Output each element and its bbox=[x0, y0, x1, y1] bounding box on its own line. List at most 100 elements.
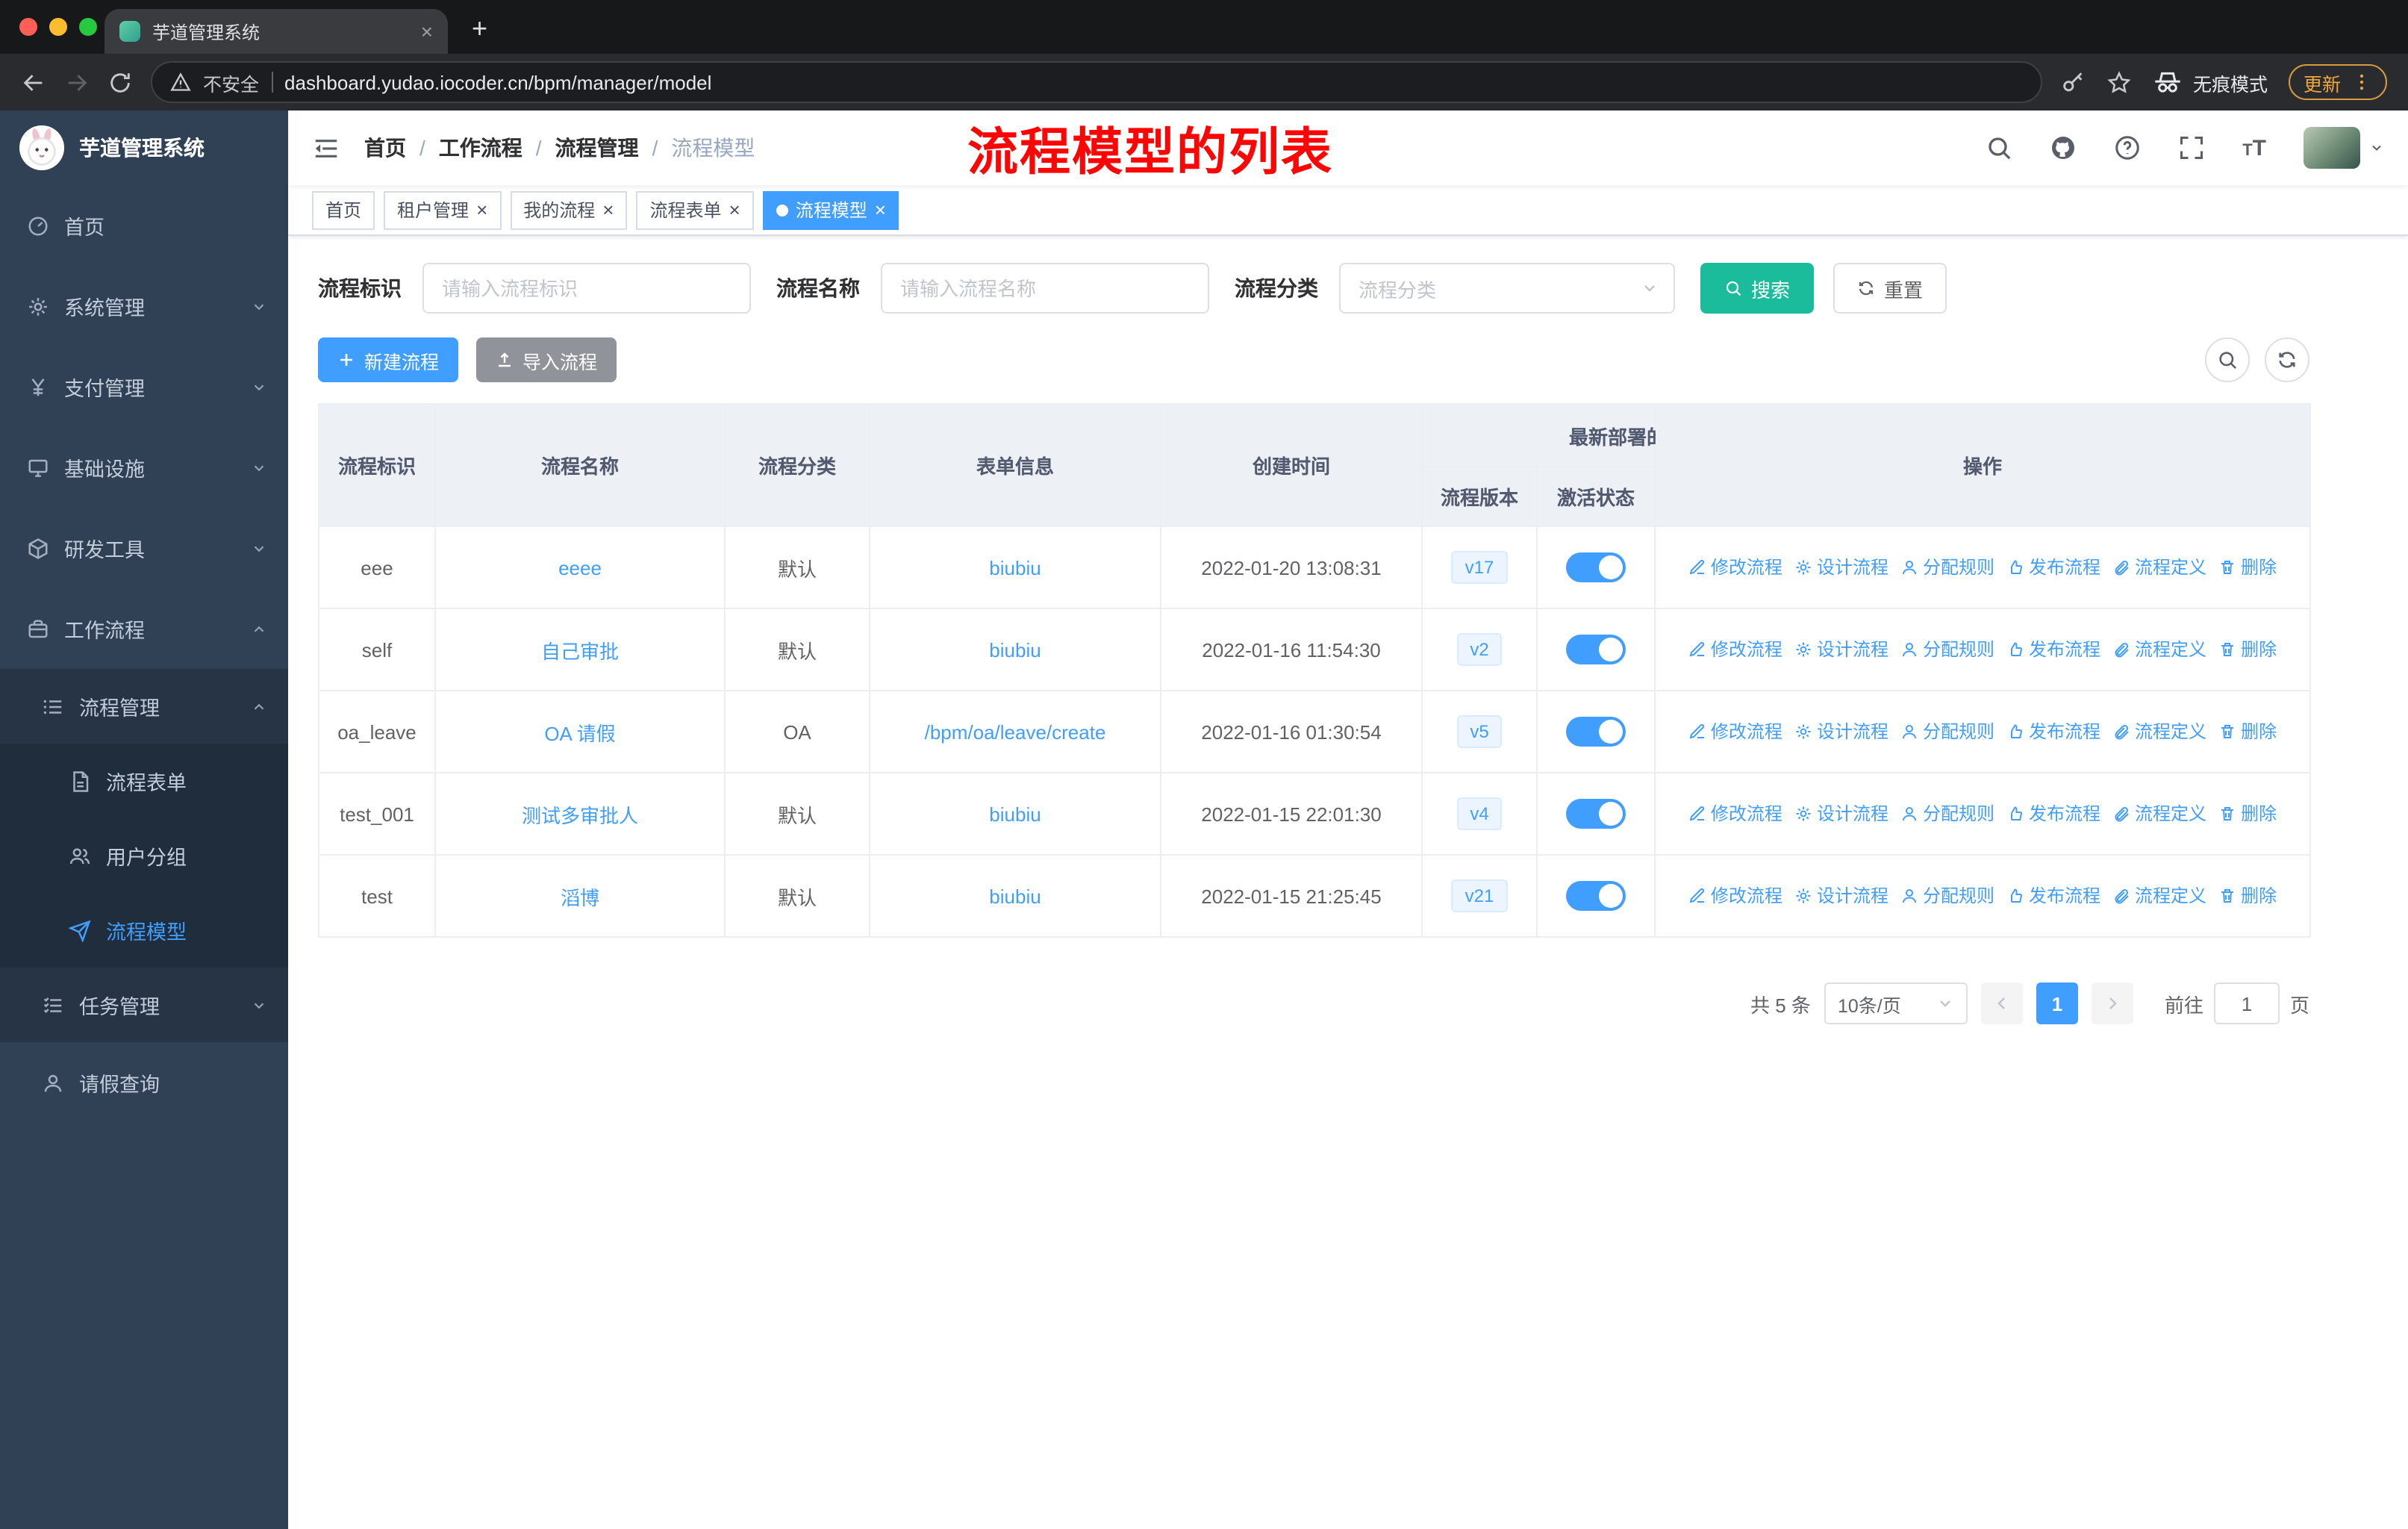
page-size-select[interactable]: 10条/页 bbox=[1824, 983, 1968, 1024]
sidebar-logo[interactable]: 芋道管理系统 bbox=[0, 110, 288, 185]
active-toggle[interactable] bbox=[1566, 552, 1626, 582]
forward-icon[interactable] bbox=[64, 69, 90, 95]
process-name-link[interactable]: 测试多审批人 bbox=[522, 804, 638, 826]
close-window-button[interactable] bbox=[19, 18, 37, 36]
active-toggle[interactable] bbox=[1566, 799, 1626, 829]
form-link[interactable]: /bpm/oa/leave/create bbox=[925, 720, 1106, 743]
assign-rule-link[interactable]: 分配规则 bbox=[1900, 801, 1994, 826]
sidebar-item-workflow[interactable]: 工作流程 bbox=[0, 588, 288, 669]
assign-rule-link[interactable]: 分配规则 bbox=[1900, 883, 1994, 909]
new-tab-button[interactable]: + bbox=[472, 13, 487, 45]
page-number-button[interactable]: 1 bbox=[2036, 983, 2078, 1024]
github-icon[interactable] bbox=[2050, 134, 2077, 161]
create-process-button[interactable]: 新建流程 bbox=[318, 337, 459, 382]
active-toggle[interactable] bbox=[1566, 717, 1626, 747]
sidebar-item-home[interactable]: 首页 bbox=[0, 185, 288, 266]
assign-rule-link[interactable]: 分配规则 bbox=[1900, 719, 1994, 744]
tag-my-process[interactable]: 我的流程 × bbox=[510, 190, 628, 229]
sidebar-item-leave-query[interactable]: 请假查询 bbox=[0, 1042, 288, 1123]
reset-button[interactable]: 重置 bbox=[1833, 263, 1947, 314]
edit-process-link[interactable]: 修改流程 bbox=[1688, 555, 1782, 580]
process-name-link[interactable]: OA 请假 bbox=[544, 722, 615, 744]
prev-page-button[interactable] bbox=[1980, 983, 2023, 1024]
sidebar-item-task-management[interactable]: 任务管理 bbox=[0, 968, 288, 1042]
sidebar-item-infrastructure[interactable]: 基础设施 bbox=[0, 427, 288, 508]
password-key-icon[interactable] bbox=[2060, 69, 2086, 95]
design-process-link[interactable]: 设计流程 bbox=[1794, 637, 1888, 662]
font-size-icon[interactable]: TT bbox=[2242, 135, 2266, 161]
design-process-link[interactable]: 设计流程 bbox=[1794, 719, 1888, 744]
process-definition-link[interactable]: 流程定义 bbox=[2112, 801, 2206, 826]
publish-process-link[interactable]: 发布流程 bbox=[2006, 637, 2100, 662]
import-process-button[interactable]: 导入流程 bbox=[476, 337, 617, 382]
edit-process-link[interactable]: 修改流程 bbox=[1688, 719, 1782, 744]
tag-close-icon[interactable]: × bbox=[476, 200, 487, 219]
process-name-link[interactable]: eeee bbox=[558, 556, 602, 579]
tab-close-icon[interactable]: × bbox=[421, 21, 433, 42]
process-key-input[interactable] bbox=[422, 263, 751, 314]
process-name-input[interactable] bbox=[881, 263, 1209, 314]
active-toggle[interactable] bbox=[1566, 635, 1626, 664]
publish-process-link[interactable]: 发布流程 bbox=[2006, 555, 2100, 580]
search-icon[interactable] bbox=[1986, 134, 2012, 161]
publish-process-link[interactable]: 发布流程 bbox=[2006, 719, 2100, 744]
process-definition-link[interactable]: 流程定义 bbox=[2112, 555, 2206, 580]
search-button[interactable]: 搜索 bbox=[1700, 263, 1815, 314]
goto-page-input[interactable] bbox=[2213, 983, 2280, 1024]
form-link[interactable]: biubiu bbox=[989, 556, 1041, 579]
breadcrumb-home[interactable]: 首页 bbox=[364, 133, 406, 163]
active-toggle[interactable] bbox=[1566, 881, 1626, 911]
process-category-select[interactable]: 流程分类 bbox=[1339, 263, 1675, 314]
publish-process-link[interactable]: 发布流程 bbox=[2006, 883, 2100, 909]
tag-close-icon[interactable]: × bbox=[875, 200, 886, 219]
browser-menu-icon[interactable] bbox=[2351, 72, 2372, 93]
delete-process-link[interactable]: 删除 bbox=[2218, 883, 2277, 909]
delete-process-link[interactable]: 删除 bbox=[2218, 719, 2277, 744]
delete-process-link[interactable]: 删除 bbox=[2218, 801, 2277, 826]
minimize-window-button[interactable] bbox=[49, 18, 67, 36]
sidebar-item-devtools[interactable]: 研发工具 bbox=[0, 508, 288, 588]
assign-rule-link[interactable]: 分配规则 bbox=[1900, 637, 1994, 662]
zoom-window-button[interactable] bbox=[79, 18, 97, 36]
update-button[interactable]: 更新 bbox=[2288, 64, 2387, 100]
help-icon[interactable] bbox=[2114, 134, 2141, 161]
tag-close-icon[interactable]: × bbox=[602, 200, 614, 219]
form-link[interactable]: biubiu bbox=[989, 885, 1041, 907]
sidebar-item-process-model[interactable]: 流程模型 bbox=[0, 893, 288, 968]
publish-process-link[interactable]: 发布流程 bbox=[2006, 801, 2100, 826]
process-definition-link[interactable]: 流程定义 bbox=[2112, 883, 2206, 909]
process-definition-link[interactable]: 流程定义 bbox=[2112, 637, 2206, 662]
bookmark-star-icon[interactable] bbox=[2106, 69, 2132, 95]
sidebar-item-payment[interactable]: 支付管理 bbox=[0, 346, 288, 427]
design-process-link[interactable]: 设计流程 bbox=[1794, 801, 1888, 826]
back-icon[interactable] bbox=[21, 69, 46, 95]
browser-tab[interactable]: 芋道管理系统 × bbox=[105, 9, 448, 54]
refresh-table-button[interactable] bbox=[2265, 337, 2309, 382]
design-process-link[interactable]: 设计流程 bbox=[1794, 555, 1888, 580]
assign-rule-link[interactable]: 分配规则 bbox=[1900, 555, 1994, 580]
next-page-button[interactable] bbox=[2091, 983, 2133, 1024]
toggle-search-button[interactable] bbox=[2205, 337, 2250, 382]
design-process-link[interactable]: 设计流程 bbox=[1794, 883, 1888, 909]
edit-process-link[interactable]: 修改流程 bbox=[1688, 637, 1782, 662]
reload-icon[interactable] bbox=[107, 69, 133, 95]
sidebar-item-process-form[interactable]: 流程表单 bbox=[0, 744, 288, 818]
breadcrumb-process-management[interactable]: 流程管理 bbox=[555, 133, 639, 163]
user-avatar[interactable] bbox=[2303, 127, 2384, 169]
sidebar-item-process-management[interactable]: 流程管理 bbox=[0, 669, 288, 744]
process-name-link[interactable]: 自己审批 bbox=[541, 640, 619, 662]
tag-tenant-management[interactable]: 租户管理 × bbox=[384, 190, 502, 229]
tag-home[interactable]: 首页 bbox=[312, 190, 375, 229]
sidebar-item-system[interactable]: 系统管理 bbox=[0, 266, 288, 346]
edit-process-link[interactable]: 修改流程 bbox=[1688, 801, 1782, 826]
process-definition-link[interactable]: 流程定义 bbox=[2112, 719, 2206, 744]
breadcrumb-workflow[interactable]: 工作流程 bbox=[439, 133, 523, 163]
tag-close-icon[interactable]: × bbox=[729, 200, 740, 219]
form-link[interactable]: biubiu bbox=[989, 638, 1041, 661]
process-name-link[interactable]: 滔博 bbox=[561, 886, 599, 909]
form-link[interactable]: biubiu bbox=[989, 803, 1041, 825]
fullscreen-icon[interactable] bbox=[2178, 134, 2205, 161]
address-bar[interactable]: 不安全 dashboard.yudao.iocoder.cn/bpm/manag… bbox=[151, 61, 2042, 103]
sidebar-item-user-group[interactable]: 用户分组 bbox=[0, 818, 288, 893]
delete-process-link[interactable]: 删除 bbox=[2218, 637, 2277, 662]
